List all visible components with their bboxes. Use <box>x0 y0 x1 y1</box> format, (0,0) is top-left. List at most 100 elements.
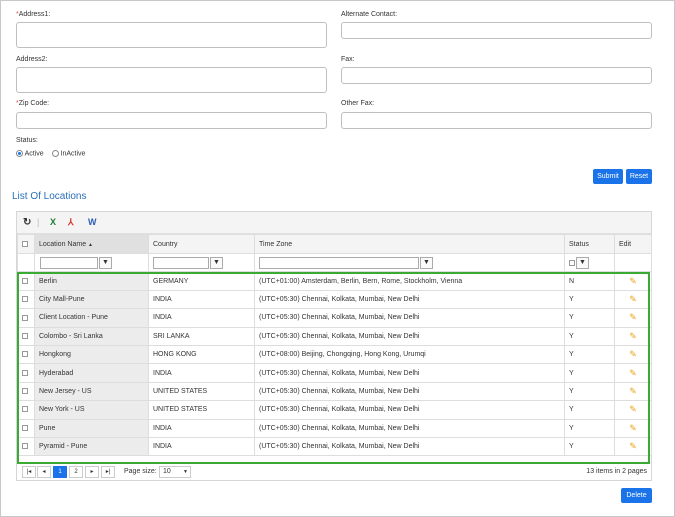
page-1-button[interactable]: 1 <box>53 466 67 478</box>
edit-cell: ✎ <box>614 326 652 346</box>
country-cell: INDIA <box>148 418 255 438</box>
location-name-header[interactable]: Location Name ▲ <box>34 234 149 254</box>
pencil-icon[interactable]: ✎ <box>629 312 637 322</box>
row-checkbox[interactable] <box>22 443 28 450</box>
status-active-radio[interactable] <box>16 150 23 157</box>
row-checkbox[interactable] <box>22 351 28 358</box>
address2-textarea[interactable] <box>16 67 327 93</box>
other-fax-label: Other Fax: <box>341 100 375 107</box>
submit-button[interactable]: Submit <box>593 169 623 184</box>
status-header[interactable]: Status <box>564 234 615 254</box>
other-fax-input[interactable] <box>341 112 652 129</box>
status-cell: Y <box>564 381 615 402</box>
row-checkbox[interactable] <box>22 296 28 303</box>
row-checkbox[interactable] <box>22 424 28 431</box>
row-checkbox[interactable] <box>22 406 28 413</box>
time-zone-cell: (UTC+05:30) Chennai, Kolkata, Mumbai, Ne… <box>254 363 565 383</box>
page-2-button[interactable]: 2 <box>69 466 83 478</box>
time-zone-cell: (UTC+05:30) Chennai, Kolkata, Mumbai, Ne… <box>254 418 565 438</box>
table-row[interactable]: Colombo - Sri Lanka SRI LANKA (UTC+05:30) … <box>17 326 652 346</box>
delete-button[interactable]: Delete <box>621 488 652 503</box>
row-select-cell <box>17 271 35 291</box>
table-row[interactable]: Berlin GERMANY (UTC+01:00) Amsterdam, Berl… <box>17 271 652 291</box>
alternate-contact-input[interactable] <box>341 22 652 39</box>
time-zone-header[interactable]: Time Zone <box>254 234 565 254</box>
country-filter-icon[interactable]: ▼ <box>210 256 223 269</box>
select-all-checkbox[interactable] <box>22 240 28 247</box>
country-cell: HONG KONG <box>148 344 255 365</box>
time-zone-cell: (UTC+05:30) Chennai, Kolkata, Mumbai, Ne… <box>254 381 565 402</box>
row-checkbox[interactable] <box>22 314 28 321</box>
pencil-icon[interactable]: ✎ <box>629 404 637 414</box>
prev-page-button[interactable]: ◂ <box>37 466 51 478</box>
pencil-icon[interactable]: ✎ <box>629 386 637 396</box>
table-row[interactable]: Hongkong HONG KONG (UTC+08:00) Beijing, Ch… <box>17 344 652 365</box>
country-cell: SRI LANKA <box>148 326 255 346</box>
table-row[interactable]: Client Location - Pune INDIA (UTC+05:30) C… <box>17 308 652 328</box>
locations-grid: ↻ | X ⅄ W Location Name ▲ Country Time Z… <box>16 211 652 481</box>
edit-cell: ✎ <box>614 400 652 420</box>
status-active-label: Active <box>24 150 44 158</box>
location-name-cell: Client Location - Pune <box>34 308 149 328</box>
table-row[interactable]: New York - US UNITED STATES (UTC+05:30) Ch… <box>17 400 652 420</box>
status-cell: Y <box>564 363 615 383</box>
time-zone-cell: (UTC+08:00) Beijing, Chongqing, Hong Kon… <box>254 344 565 365</box>
refresh-icon[interactable]: ↻ <box>23 217 31 228</box>
first-page-button[interactable]: |◂ <box>22 466 36 478</box>
pencil-icon[interactable]: ✎ <box>629 441 637 451</box>
pencil-icon[interactable]: ✎ <box>629 331 637 341</box>
locations-tbody: Berlin GERMANY (UTC+01:00) Amsterdam, Berl… <box>17 271 652 457</box>
location-filter-icon[interactable]: ▼ <box>99 256 112 269</box>
row-checkbox[interactable] <box>22 277 28 284</box>
select-all-header <box>17 234 35 254</box>
sort-asc-icon: ▲ <box>88 241 93 248</box>
timezone-filter-icon[interactable]: ▼ <box>420 256 433 269</box>
status-filter-checkbox[interactable] <box>569 259 575 266</box>
row-checkbox[interactable] <box>22 388 28 395</box>
address2-label: Address2: <box>16 56 48 63</box>
table-row[interactable]: Hyderabad INDIA (UTC+05:30) Chennai, Kolka… <box>17 363 652 383</box>
table-row[interactable]: Pune INDIA (UTC+05:30) Chennai, Kolkata, M… <box>17 418 652 438</box>
pencil-icon[interactable]: ✎ <box>629 276 637 286</box>
last-page-button[interactable]: ▸| <box>101 466 115 478</box>
country-filter-cell: ▼ <box>148 252 255 273</box>
row-checkbox[interactable] <box>22 369 28 376</box>
status-filter-cell: ▼ <box>564 252 615 273</box>
country-cell: INDIA <box>148 436 255 457</box>
fax-input[interactable] <box>341 67 652 84</box>
pdf-export-icon[interactable]: ⅄ <box>68 217 74 228</box>
pencil-icon[interactable]: ✎ <box>629 294 637 304</box>
locations-table: Location Name ▲ Country Time Zone Status… <box>17 234 652 457</box>
status-filter-icon[interactable]: ▼ <box>576 256 589 269</box>
row-select-cell <box>17 363 35 383</box>
edit-cell: ✎ <box>614 271 652 291</box>
status-cell: Y <box>564 400 615 420</box>
grid-toolbar: ↻ | X ⅄ W <box>17 212 651 234</box>
pencil-icon[interactable]: ✎ <box>629 423 637 433</box>
time-zone-cell: (UTC+05:30) Chennai, Kolkata, Mumbai, Ne… <box>254 308 565 328</box>
table-row[interactable]: New Jersey - US UNITED STATES (UTC+05:30) … <box>17 381 652 402</box>
toolbar-divider: | <box>37 217 40 227</box>
country-header[interactable]: Country <box>148 234 255 254</box>
location-filter-input[interactable] <box>40 256 98 269</box>
status-radio-group: Active InActive <box>16 150 85 157</box>
row-checkbox[interactable] <box>22 332 28 339</box>
reset-button[interactable]: Reset <box>626 169 652 184</box>
table-row[interactable]: City Mall-Pune INDIA (UTC+05:30) Chennai, … <box>17 289 652 310</box>
pencil-icon[interactable]: ✎ <box>629 368 637 378</box>
header-row: Location Name ▲ Country Time Zone Status… <box>17 234 652 254</box>
status-inactive-radio[interactable] <box>51 150 59 157</box>
page-size-select[interactable]: 10 ▼ <box>159 466 191 478</box>
timezone-filter-input[interactable] <box>259 256 419 269</box>
edit-cell: ✎ <box>614 344 652 365</box>
pencil-icon[interactable]: ✎ <box>629 349 637 359</box>
word-export-icon[interactable]: W <box>88 217 97 228</box>
country-filter-input[interactable] <box>153 256 209 269</box>
country-cell: INDIA <box>148 308 255 328</box>
excel-export-icon[interactable]: X <box>50 217 56 228</box>
table-row[interactable]: Pyramid - Pune INDIA (UTC+05:30) Chennai, … <box>17 436 652 457</box>
next-page-button[interactable]: ▸ <box>85 466 99 478</box>
row-select-cell <box>17 400 35 420</box>
address1-textarea[interactable] <box>16 22 327 48</box>
zip-code-input[interactable] <box>16 112 327 129</box>
